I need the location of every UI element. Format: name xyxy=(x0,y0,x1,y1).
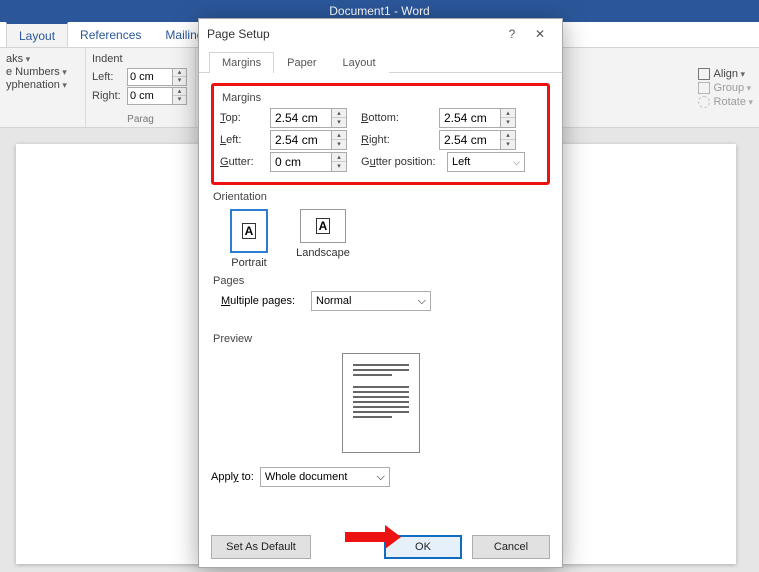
chevron-down-icon: ⌵ xyxy=(376,471,384,484)
rotate-button: Rotate xyxy=(714,96,753,108)
spin-up-icon[interactable]: ▴ xyxy=(332,153,346,162)
right-input[interactable]: ▴▾ xyxy=(439,130,516,150)
spin-up-icon[interactable]: ▴ xyxy=(501,109,515,118)
paragraph-group-label: Parag xyxy=(86,114,195,125)
preview-thumbnail xyxy=(342,353,420,453)
tab-layout[interactable]: Layout xyxy=(329,52,388,73)
ribbon-group-pagesetup: aks e Numbers yphenation xyxy=(0,48,86,127)
ribbon-group-paragraph: Indent Left: ▴▾ Right: ▴▾ Parag xyxy=(86,48,196,127)
line-numbers-button[interactable]: e Numbers xyxy=(6,66,67,78)
pages-label: Pages xyxy=(213,275,550,287)
margins-section-label: Margins xyxy=(222,92,541,104)
left-input[interactable]: ▴▾ xyxy=(270,130,347,150)
hyphenation-button[interactable]: yphenation xyxy=(6,79,67,91)
dialog-title-bar: Page Setup ? ✕ xyxy=(199,19,562,49)
spin-down-icon[interactable]: ▾ xyxy=(501,118,515,127)
multiple-pages-label: Multiple pages: xyxy=(221,295,303,307)
breaks-button[interactable]: aks xyxy=(6,53,30,65)
group-icon xyxy=(698,82,710,94)
align-button[interactable]: Align xyxy=(714,68,746,80)
chevron-down-icon: ⌵ xyxy=(418,295,426,308)
ribbon-group-arrange: Align Group Rotate xyxy=(688,48,753,127)
indent-right-input[interactable]: ▴▾ xyxy=(127,87,187,105)
dialog-buttons: Set As Default OK Cancel xyxy=(199,527,562,567)
spin-up-icon[interactable]: ▴ xyxy=(332,109,346,118)
group-button: Group xyxy=(714,82,752,94)
ribbon-tab-references[interactable]: References xyxy=(68,22,153,47)
gutter-pos-label: Gutter position: xyxy=(361,156,447,168)
close-button[interactable]: ✕ xyxy=(526,22,554,46)
spin-down-icon[interactable]: ▾ xyxy=(332,140,346,149)
tab-margins[interactable]: Margins xyxy=(209,52,274,73)
tab-paper[interactable]: Paper xyxy=(274,52,329,73)
dialog-title: Page Setup xyxy=(207,27,270,41)
spin-up-icon[interactable]: ▴ xyxy=(332,131,346,140)
indent-left-label: Left: xyxy=(92,71,123,83)
indent-right-label: Right: xyxy=(92,90,123,102)
multiple-pages-select[interactable]: Normal⌵ xyxy=(311,291,431,311)
gutter-pos-select[interactable]: Left⌵ xyxy=(447,152,525,172)
landscape-icon: A xyxy=(300,209,346,243)
orientation-group: A Portrait A Landscape xyxy=(221,209,550,269)
right-label: Right: xyxy=(361,134,439,146)
rotate-icon xyxy=(698,96,710,108)
apply-to-label: Apply to: xyxy=(211,471,254,483)
orientation-portrait[interactable]: A Portrait xyxy=(221,209,277,269)
spin-up-icon[interactable]: ▴ xyxy=(173,88,186,96)
apply-to-select[interactable]: Whole document⌵ xyxy=(260,467,390,487)
chevron-down-icon: ⌵ xyxy=(513,157,520,168)
set-default-button[interactable]: Set As Default xyxy=(211,535,311,559)
ok-button[interactable]: OK xyxy=(384,535,462,559)
page-setup-dialog: Page Setup ? ✕ Margins Paper Layout Marg… xyxy=(198,18,563,568)
spin-up-icon[interactable]: ▴ xyxy=(173,69,186,77)
spin-down-icon[interactable]: ▾ xyxy=(332,118,346,127)
spin-down-icon[interactable]: ▾ xyxy=(332,162,346,171)
indent-label: Indent xyxy=(92,53,123,65)
gutter-input[interactable]: ▴▾ xyxy=(270,152,347,172)
ribbon-tab-layout[interactable]: Layout xyxy=(6,22,68,47)
cancel-button[interactable]: Cancel xyxy=(472,535,550,559)
bottom-input[interactable]: ▴▾ xyxy=(439,108,516,128)
left-label: Left: xyxy=(220,134,270,146)
spin-down-icon[interactable]: ▾ xyxy=(173,77,186,85)
dialog-tabs: Margins Paper Layout xyxy=(199,49,562,73)
margins-highlight: Margins TTop:op: ▴▾ Bottom: ▴▾ Left: ▴▾ … xyxy=(211,83,550,185)
help-button[interactable]: ? xyxy=(498,22,526,46)
top-input[interactable]: ▴▾ xyxy=(270,108,347,128)
bottom-label: Bottom: xyxy=(361,112,439,124)
gutter-label: Gutter: xyxy=(220,156,270,168)
top-label: TTop:op: xyxy=(220,112,270,124)
spin-down-icon[interactable]: ▾ xyxy=(501,140,515,149)
indent-left-input[interactable]: ▴▾ xyxy=(127,68,187,86)
preview-label: Preview xyxy=(213,333,550,345)
app-title: Document1 - Word xyxy=(329,4,429,18)
portrait-icon: A xyxy=(230,209,268,253)
orientation-label: Orientation xyxy=(213,191,550,203)
spin-down-icon[interactable]: ▾ xyxy=(173,96,186,104)
orientation-landscape[interactable]: A Landscape xyxy=(295,209,351,269)
spin-up-icon[interactable]: ▴ xyxy=(501,131,515,140)
align-icon xyxy=(698,68,710,80)
